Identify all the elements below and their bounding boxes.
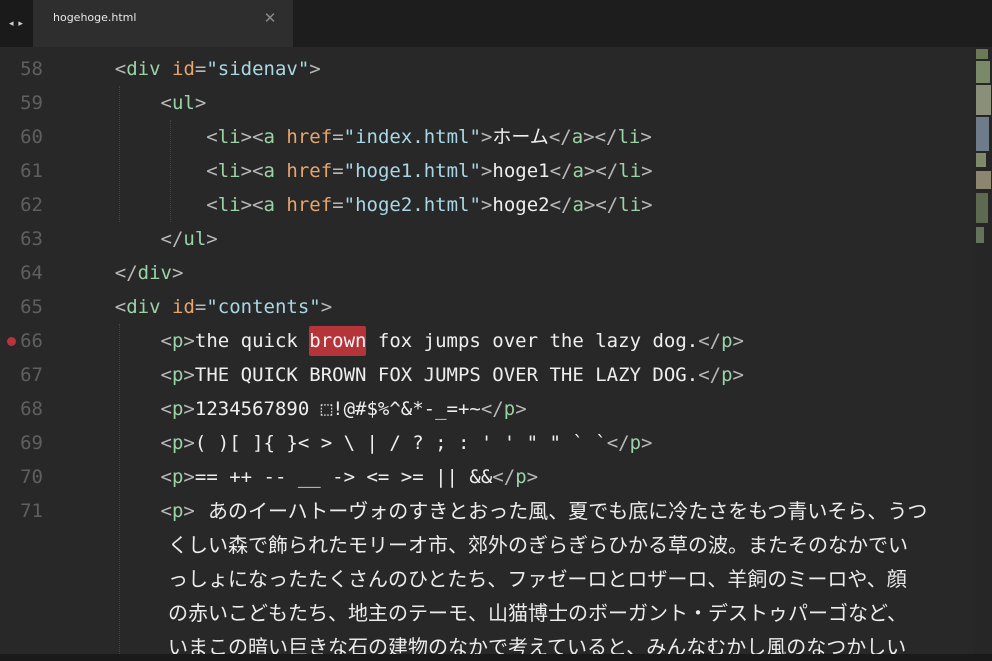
line-number: 69 <box>20 432 43 454</box>
minimap[interactable] <box>975 47 992 654</box>
line-number: 66 <box>20 330 43 352</box>
breakpoint-marker-icon[interactable] <box>7 337 16 346</box>
line-number: 59 <box>20 92 43 114</box>
paragraph-text-line: あのイーハトーヴォのすきとおった風、夏でも底に冷たさをもつ青いそら、うつ <box>208 499 928 523</box>
tab-nav-arrows-icon[interactable]: ◂ ▸ <box>0 0 33 47</box>
line-number: 61 <box>20 160 43 182</box>
paragraph-text-line: いまこの暗い巨きな石の建物のなかで考えていると、みんなむかし風のなつかしい <box>168 635 907 654</box>
line-number: 68 <box>20 398 43 420</box>
paragraph-text-line: くしい森で飾られたモリーオ市、郊外のぎらぎらひかる草の波。またそのなかでい <box>168 533 908 557</box>
tab-hogehoge[interactable]: hogehoge.html ✕ <box>33 0 293 47</box>
code-line-59: <ul> <box>160 92 207 114</box>
line-number: 70 <box>20 466 43 488</box>
code-line-69: <p>( )[ ]{ }< > \ | / ? ; : ' ' " " ` `<… <box>160 432 653 454</box>
line-number: 65 <box>20 296 43 318</box>
code-line-65: <div id="contents"> <box>114 296 333 318</box>
code-line-58: <div id="sidenav"> <box>114 58 321 80</box>
code-line-67: <p>THE QUICK BROWN FOX JUMPS OVER THE LA… <box>160 364 744 386</box>
minimap-chunk <box>976 227 984 243</box>
status-bar <box>0 654 992 661</box>
minimap-chunk <box>976 171 991 189</box>
minimap-chunk <box>976 85 991 115</box>
tab-title: hogehoge.html <box>53 11 137 24</box>
code-line-62: <li><a href="hoge2.html">hoge2</a></li> <box>206 194 653 216</box>
minimap-chunk <box>976 153 986 167</box>
code-lines: <div id="sidenav"> <ul> <li><a href="ind… <box>69 52 969 528</box>
code-line-64: </div> <box>114 262 184 284</box>
code-editor[interactable]: 58 59 60 61 62 63 64 65 66 67 68 69 70 7… <box>0 47 992 654</box>
minimap-chunk <box>976 117 989 151</box>
code-line-63: </ul> <box>160 228 218 250</box>
minimap-chunk <box>976 61 990 83</box>
line-number-gutter: 58 59 60 61 62 63 64 65 66 67 68 69 70 7… <box>0 47 60 654</box>
line-number: 60 <box>20 126 43 148</box>
code-line-66: <p>the quick brown fox jumps over the la… <box>69 324 969 358</box>
tab-bar: ◂ ▸ hogehoge.html ✕ <box>0 0 992 47</box>
minimap-chunk <box>976 193 988 223</box>
code-line-70: <p>== ++ -- __ -> <= >= || &&</p> <box>160 466 539 488</box>
line-number: 67 <box>20 364 43 386</box>
code-line-61: <li><a href="hoge1.html">hoge1</a></li> <box>206 160 653 182</box>
minimap-chunk <box>976 49 988 59</box>
line-number: 62 <box>20 194 43 216</box>
line-number: 58 <box>20 58 43 80</box>
close-icon[interactable]: ✕ <box>259 7 281 29</box>
line-number: 63 <box>20 228 43 250</box>
paragraph-text-line: っしょになったたくさんのひとたち、ファゼーロとロザーロ、羊飼のミーロや、顔 <box>168 567 907 591</box>
code-line-68: <p>1234567890 ⬚!@#$%^&*-_=+~</p> <box>160 398 527 420</box>
line-number: 71 <box>20 500 43 522</box>
code-line-60: <li><a href="index.html">ホーム</a></li> <box>206 126 652 148</box>
search-highlight[interactable]: brown <box>309 326 367 356</box>
paragraph-text-line: の赤いこどもたち、地主のテーモ、山猫博士のボーガント・デストゥパーゴなど、 <box>168 601 907 625</box>
line-number: 64 <box>20 262 43 284</box>
